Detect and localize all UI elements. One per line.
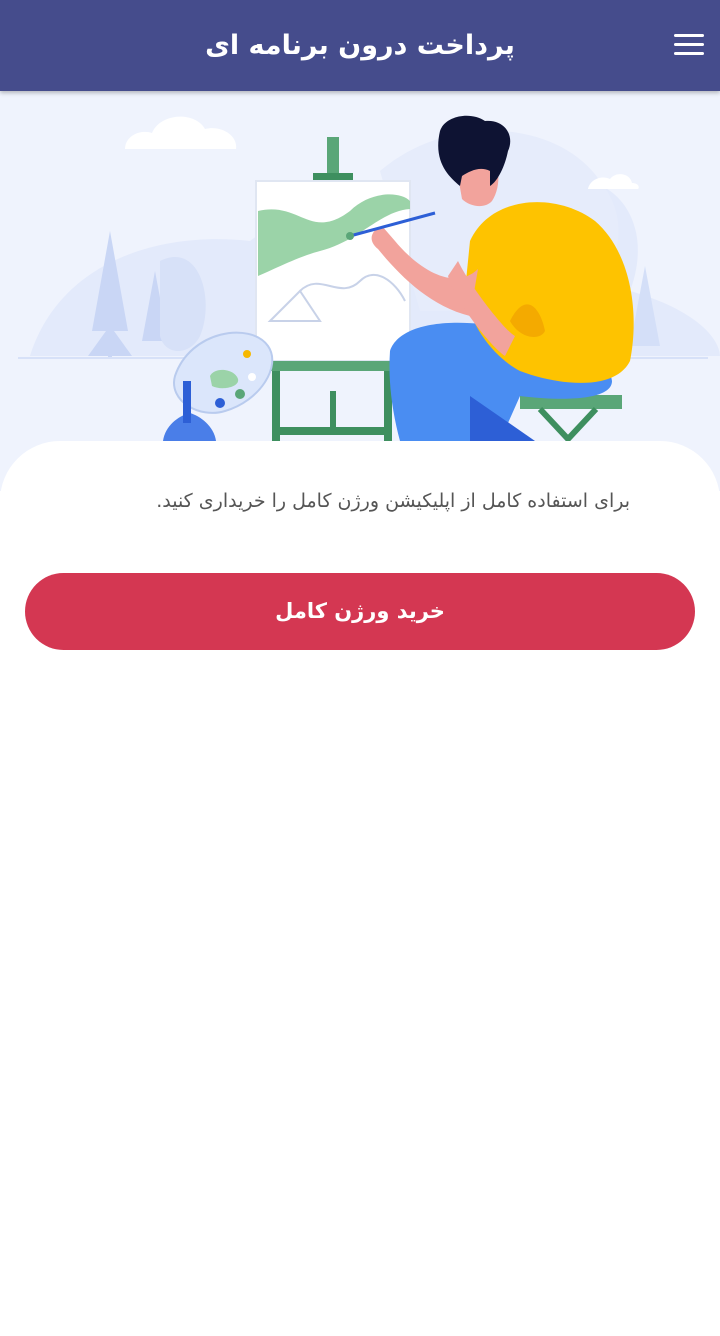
page-title: پرداخت درون برنامه ای [205,30,515,61]
hero-illustration [0,91,720,491]
buy-full-version-button[interactable]: خرید ورژن کامل [25,573,695,650]
app-bar: پرداخت درون برنامه ای [0,0,720,91]
app-screen: پرداخت درون برنامه ای برای استفاده کامل … [0,0,720,1336]
hamburger-menu-icon[interactable] [672,30,706,60]
purchase-message: برای استفاده کامل از اپلیکیشن ورژن کامل … [156,490,630,512]
